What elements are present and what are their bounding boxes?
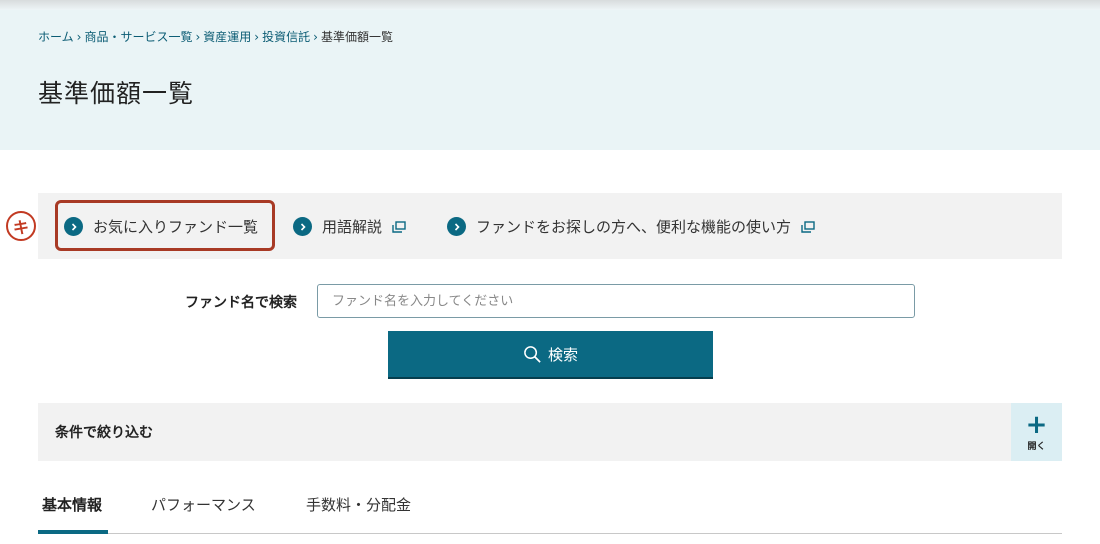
filter-panel[interactable]: 条件で絞り込む + 開く	[38, 403, 1062, 461]
breadcrumb-asset-management[interactable]: 資産運用	[203, 28, 251, 45]
arrow-circle-icon	[447, 217, 466, 236]
filter-open-button[interactable]: + 開く	[1011, 403, 1062, 461]
glossary-link[interactable]: 用語解説	[293, 216, 406, 237]
search-button[interactable]: 検索	[388, 331, 713, 377]
chevron-right-icon: ›	[254, 29, 260, 44]
filter-open-label: 開く	[1027, 441, 1046, 452]
annotation-marker: キ	[6, 211, 36, 241]
guide-link[interactable]: ファンドをお探しの方へ、便利な機能の使い方	[447, 216, 815, 237]
chevron-right-icon: ›	[195, 29, 201, 44]
chevron-right-icon: ›	[76, 29, 82, 44]
top-shadow	[0, 0, 1100, 10]
tab-performance[interactable]: パフォーマンス	[151, 494, 256, 515]
tab-basic-info[interactable]: 基本情報	[42, 494, 102, 515]
external-window-icon	[801, 220, 815, 233]
active-tab-indicator	[38, 530, 108, 534]
filter-title: 条件で絞り込む	[55, 425, 153, 441]
search-label: ファンド名で検索	[185, 295, 297, 311]
guide-link-label: ファンドをお探しの方へ、便利な機能の使い方	[476, 218, 792, 236]
plus-icon: +	[1025, 409, 1048, 440]
page-header: ホーム › 商品・サービス一覧 › 資産運用 › 投資信託 › 基準価額一覧 基…	[0, 10, 1100, 150]
tab-list: 基本情報 パフォーマンス 手数料・分配金	[38, 482, 1062, 534]
highlight-annotation-box	[55, 200, 275, 251]
glossary-link-label: 用語解説	[322, 218, 383, 236]
breadcrumb-current: 基準価額一覧	[320, 30, 393, 44]
fund-search-input[interactable]	[317, 284, 915, 318]
page-title: 基準価額一覧	[38, 79, 195, 108]
breadcrumb-products[interactable]: 商品・サービス一覧	[84, 28, 192, 45]
breadcrumb: ホーム › 商品・サービス一覧 › 資産運用 › 投資信託 › 基準価額一覧	[38, 28, 393, 45]
search-button-label: 検索	[547, 345, 578, 364]
breadcrumb-investment-trust[interactable]: 投資信託	[262, 28, 310, 45]
tab-fees-distribution[interactable]: 手数料・分配金	[306, 494, 411, 515]
search-icon	[524, 345, 541, 363]
external-window-icon	[392, 220, 406, 233]
arrow-circle-icon	[293, 217, 312, 236]
breadcrumb-home[interactable]: ホーム	[38, 28, 74, 45]
chevron-right-icon: ›	[313, 29, 318, 44]
